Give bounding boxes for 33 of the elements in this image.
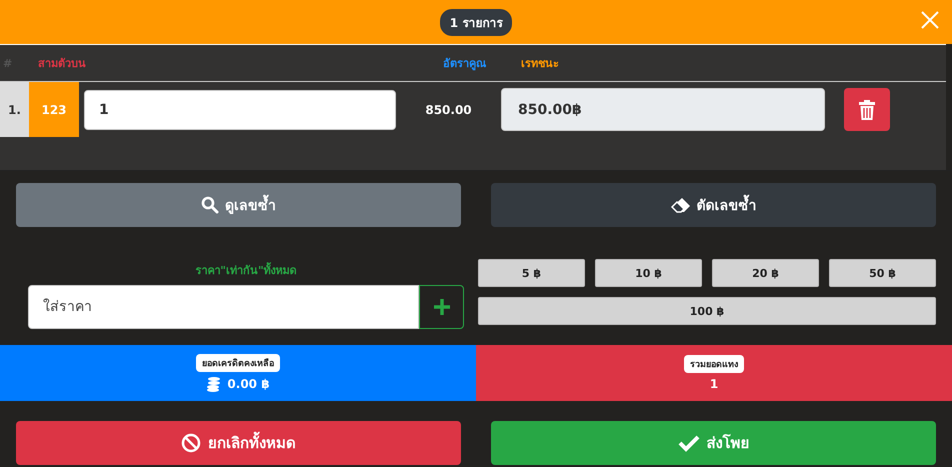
check-duplicates-button[interactable]: ดูเลขซ้ำ (16, 183, 461, 227)
eraser-icon (670, 197, 690, 213)
count-badge: 1 รายการ (440, 8, 512, 36)
trash-icon (859, 100, 875, 120)
search-icon (201, 196, 219, 214)
column-header: # (2, 56, 14, 70)
coins-icon (206, 376, 222, 392)
multiplier-value: 850.00 (424, 102, 473, 116)
price-field[interactable]: ใส่ราคา (28, 285, 419, 329)
price-label: ราคา"เท่ากัน"ทั้งหมด (194, 261, 298, 279)
ban-icon (181, 433, 201, 453)
column-header: เรทชนะ (521, 56, 559, 72)
add-button[interactable] (419, 285, 464, 329)
delete-button[interactable] (844, 88, 890, 131)
check-icon (678, 434, 700, 452)
plus-icon (432, 298, 450, 316)
row-index: 1. (0, 82, 29, 137)
bet-number: 123 (29, 82, 79, 137)
amount-button[interactable]: 100 ฿ (478, 297, 936, 325)
amount-field[interactable]: 1 (84, 90, 396, 130)
summary-label: ยอดเครดิตคงเหลือ (196, 354, 280, 372)
column-header: สามตัวบน (38, 56, 87, 72)
remove-duplicates-button[interactable]: ตัดเลขซ้ำ (491, 183, 936, 227)
amount-button[interactable]: 20 ฿ (712, 259, 819, 287)
payout-field[interactable]: 850.00฿ (501, 88, 825, 131)
amount-button[interactable]: 10 ฿ (595, 259, 702, 287)
summary-value: 0.00 ฿ (227, 377, 270, 391)
cancel-all-button[interactable]: ยกเลิกทั้งหมด (16, 421, 461, 465)
summary-label: รวมยอดแทง (684, 355, 744, 373)
summary-value: 1 (710, 377, 718, 391)
amount-button[interactable]: 5 ฿ (478, 259, 585, 287)
amount-button[interactable]: 50 ฿ (829, 259, 936, 287)
column-header: อัตราคูณ (443, 56, 487, 72)
